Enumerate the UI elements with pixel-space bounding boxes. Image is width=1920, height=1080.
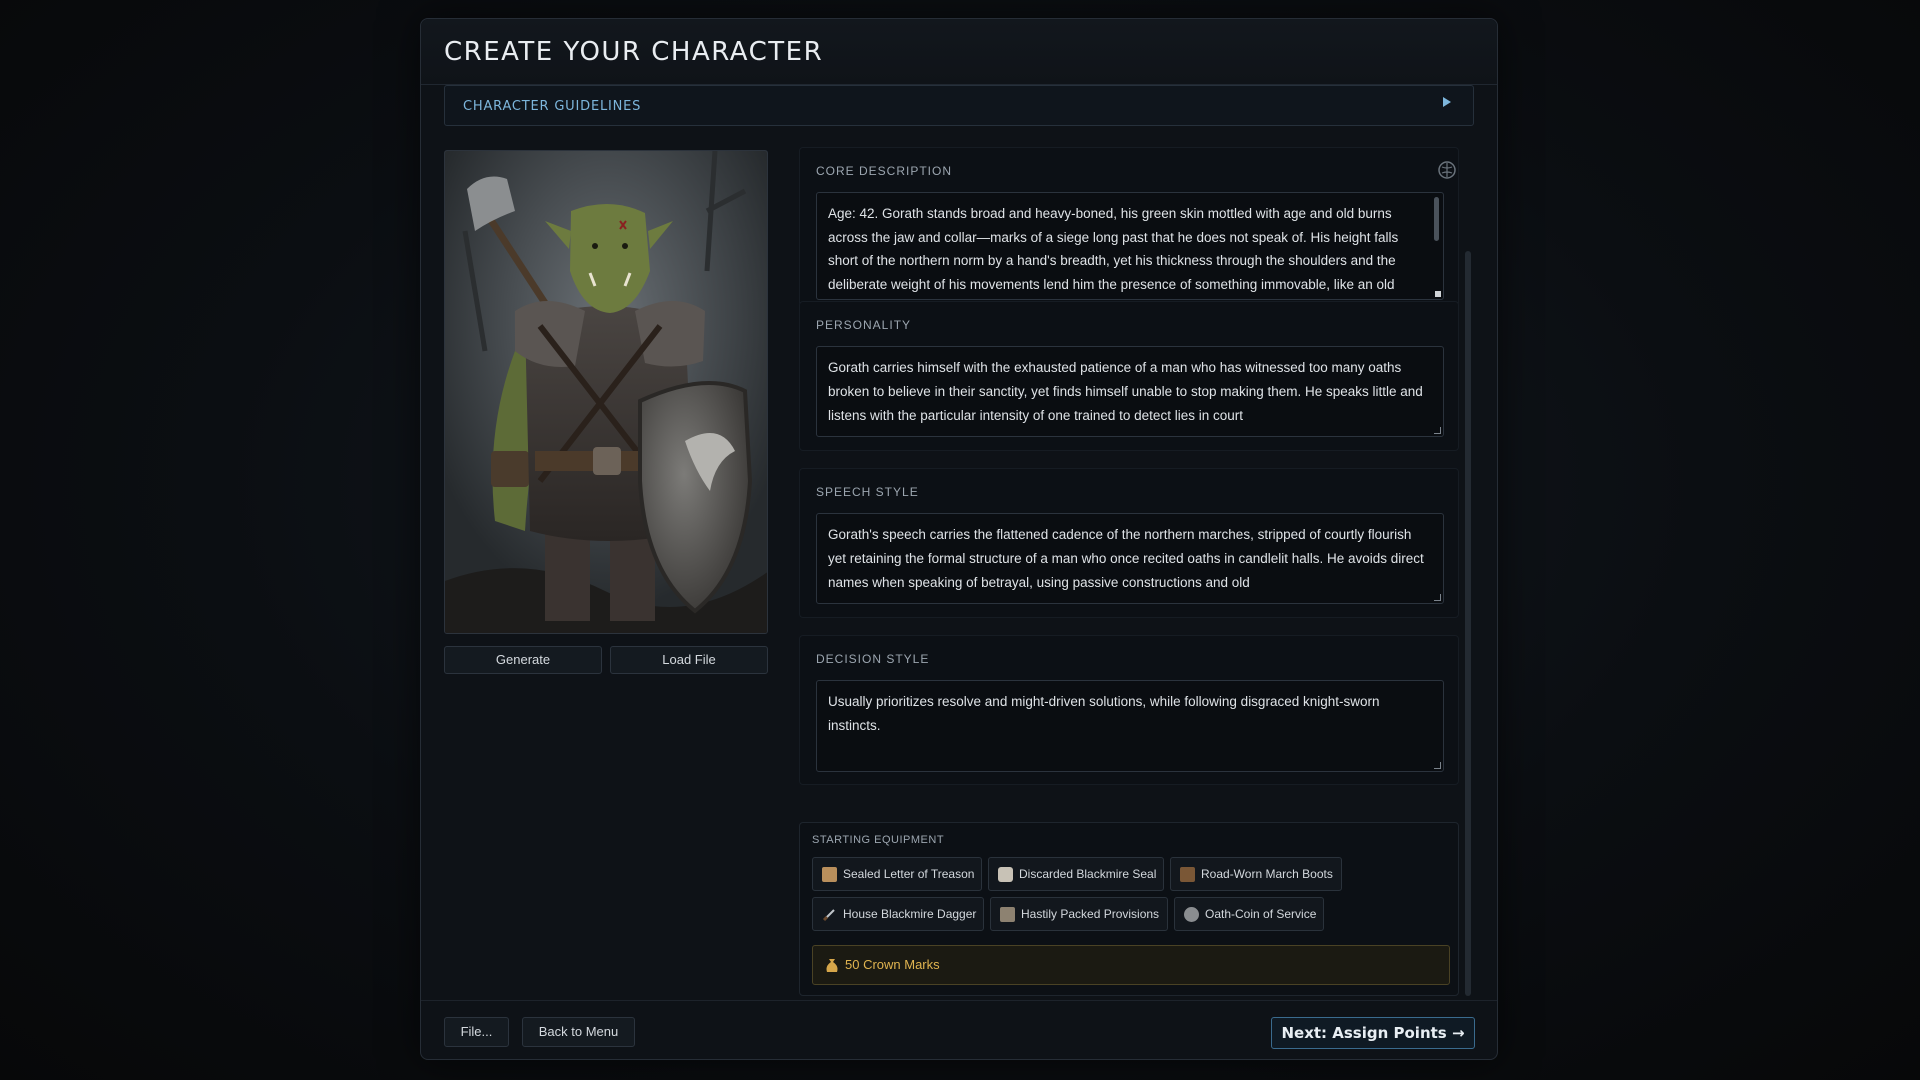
letter-icon [822, 867, 837, 882]
equipment-chip[interactable]: Sealed Letter of Treason [812, 857, 982, 891]
speech-style-section: SPEECH STYLE Gorath's speech carries the… [799, 468, 1459, 618]
core-description-section: CORE DESCRIPTION Age: 42. Gorath stands … [799, 147, 1459, 307]
core-description-label: CORE DESCRIPTION [816, 164, 953, 178]
equipment-chip-label: Discarded Blackmire Seal [1019, 867, 1157, 881]
seal-icon [998, 867, 1013, 882]
personality-label: PERSONALITY [816, 318, 912, 332]
resize-handle-icon[interactable] [1434, 594, 1441, 601]
resize-handle-icon[interactable] [1434, 427, 1441, 434]
decision-style-text: Usually prioritizes resolve and might-dr… [828, 694, 1380, 733]
file-button[interactable]: File... [444, 1017, 509, 1047]
guidelines-label: CHARACTER GUIDELINES [463, 99, 642, 114]
character-guidelines-toggle[interactable]: CHARACTER GUIDELINES [444, 85, 1474, 126]
equipment-chip-label: Oath-Coin of Service [1205, 907, 1317, 921]
provisions-icon [1000, 907, 1015, 922]
character-creation-panel: CREATE YOUR CHARACTER CHARACTER GUIDELIN… [420, 18, 1498, 1060]
next-assign-points-button[interactable]: Next: Assign Points → [1271, 1017, 1475, 1049]
boots-icon [1180, 867, 1195, 882]
character-details-scroll-area[interactable]: CORE DESCRIPTION Age: 42. Gorath stands … [799, 147, 1459, 997]
decision-style-textarea[interactable]: Usually prioritizes resolve and might-dr… [816, 680, 1444, 772]
equipment-chip-label: Hastily Packed Provisions [1021, 907, 1160, 921]
currency-display: 50 Crown Marks [812, 945, 1450, 985]
equipment-chip[interactable]: House Blackmire Dagger [812, 897, 984, 931]
coin-icon [1184, 907, 1199, 922]
footer-bar: File... Back to Menu Next: Assign Points… [421, 1000, 1497, 1061]
generate-button[interactable]: Generate [444, 646, 602, 674]
core-description-text: Age: 42. Gorath stands broad and heavy-b… [828, 206, 1399, 292]
core-description-textarea[interactable]: Age: 42. Gorath stands broad and heavy-b… [816, 192, 1444, 300]
equipment-chip-label: Sealed Letter of Treason [843, 867, 975, 881]
currency-amount: 50 Crown Marks [845, 957, 940, 972]
equipment-chip[interactable]: Hastily Packed Provisions [990, 897, 1168, 931]
dagger-icon [822, 909, 835, 922]
personality-section: PERSONALITY Gorath carries himself with … [799, 301, 1459, 451]
personality-text: Gorath carries himself with the exhauste… [828, 360, 1423, 423]
equipment-chip-label: Road-Worn March Boots [1201, 867, 1333, 881]
speech-style-text: Gorath's speech carries the flattened ca… [828, 527, 1424, 590]
money-bag-icon [826, 959, 838, 972]
expand-arrow-icon [1443, 97, 1451, 107]
speech-style-textarea[interactable]: Gorath's speech carries the flattened ca… [816, 513, 1444, 604]
personality-textarea[interactable]: Gorath carries himself with the exhauste… [816, 346, 1444, 437]
back-to-menu-button[interactable]: Back to Menu [522, 1017, 635, 1047]
details-scrollbar[interactable] [1465, 251, 1471, 996]
page-title: CREATE YOUR CHARACTER [444, 37, 824, 67]
starting-equipment-label: STARTING EQUIPMENT [812, 834, 945, 846]
speech-style-label: SPEECH STYLE [816, 485, 919, 499]
decision-style-section: DECISION STYLE Usually prioritizes resol… [799, 635, 1459, 785]
equipment-chip[interactable]: Oath-Coin of Service [1174, 897, 1324, 931]
resize-handle-icon[interactable] [1435, 291, 1441, 297]
equipment-chip[interactable]: Road-Worn March Boots [1170, 857, 1342, 891]
panel-header: CREATE YOUR CHARACTER [421, 19, 1497, 85]
equipment-chip[interactable]: Discarded Blackmire Seal [988, 857, 1164, 891]
decision-style-label: DECISION STYLE [816, 652, 930, 666]
equipment-chip-label: House Blackmire Dagger [843, 907, 977, 921]
resize-handle-icon[interactable] [1434, 762, 1441, 769]
textarea-scrollbar[interactable] [1434, 197, 1439, 241]
load-file-button[interactable]: Load File [610, 646, 768, 674]
character-portrait [444, 150, 768, 634]
orc-warrior-portrait [445, 151, 767, 633]
starting-equipment-section: STARTING EQUIPMENT Sealed Letter of Trea… [799, 822, 1459, 996]
brain-icon[interactable] [1437, 160, 1457, 180]
